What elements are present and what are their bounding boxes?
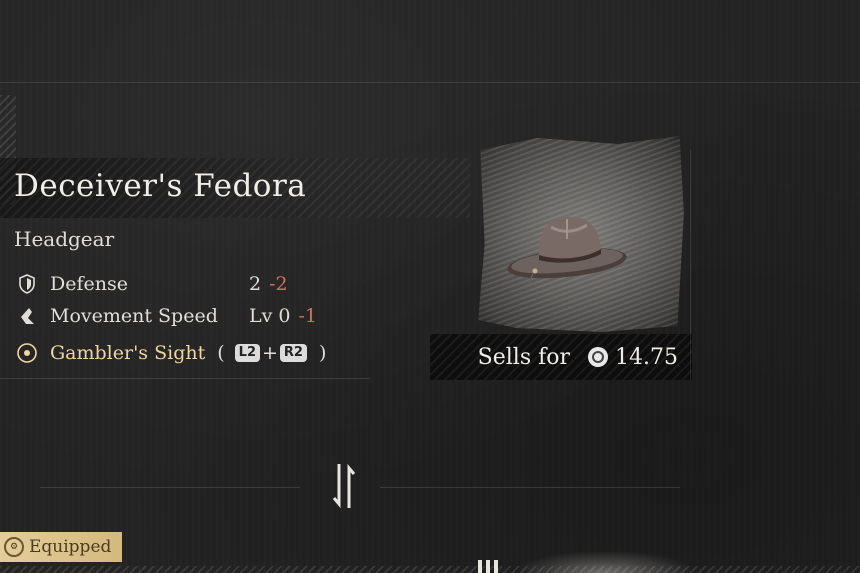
- gear-icon: ⚙: [4, 537, 24, 557]
- boot-icon: [16, 305, 38, 327]
- stat-value: Lv 0: [249, 305, 291, 327]
- eye-icon: [16, 342, 38, 364]
- paren-close: ): [318, 342, 327, 364]
- sell-price: 14.75: [615, 344, 678, 370]
- equipped-label: Equipped: [29, 537, 112, 557]
- stat-value-group: Lv 0 -1: [249, 305, 317, 327]
- stat-value: 2: [249, 273, 262, 295]
- key-plus: +: [262, 342, 278, 364]
- divider: [0, 82, 860, 83]
- equipped-badge: ⚙ Equipped: [0, 532, 122, 562]
- stat-name: Defense: [50, 273, 128, 295]
- divider: [690, 150, 691, 380]
- sell-label: Sells for: [477, 344, 571, 370]
- stat-defense: Defense 2 -2: [16, 271, 288, 297]
- divider: [0, 378, 370, 379]
- fedora-hat-icon: [507, 216, 627, 286]
- paren-open: (: [217, 342, 225, 364]
- sell-price-bar: Sells for 14.75: [430, 334, 692, 380]
- shield-icon: [16, 273, 38, 295]
- stat-value-group: 2 -2: [249, 273, 288, 295]
- stat-name: Movement Speed: [50, 305, 218, 327]
- key-r2: R2: [279, 344, 307, 362]
- item-name: Deceiver's Fedora: [14, 168, 307, 204]
- ergo-coin-icon: [588, 347, 609, 367]
- key-l2: L2: [234, 344, 260, 362]
- stat-delta: -1: [298, 305, 317, 327]
- divider: [380, 487, 680, 488]
- decorative-hatch: [0, 566, 860, 573]
- swap-arrows-icon[interactable]: [330, 458, 360, 514]
- stat-delta: -2: [269, 273, 288, 295]
- item-category: Headgear: [14, 227, 115, 251]
- skill-name: Gambler's Sight: [50, 342, 206, 364]
- skill-row: Gambler's Sight ( L2 + R2 ): [16, 340, 326, 366]
- stat-movement-speed: Movement Speed Lv 0 -1: [16, 303, 317, 329]
- divider: [40, 487, 300, 488]
